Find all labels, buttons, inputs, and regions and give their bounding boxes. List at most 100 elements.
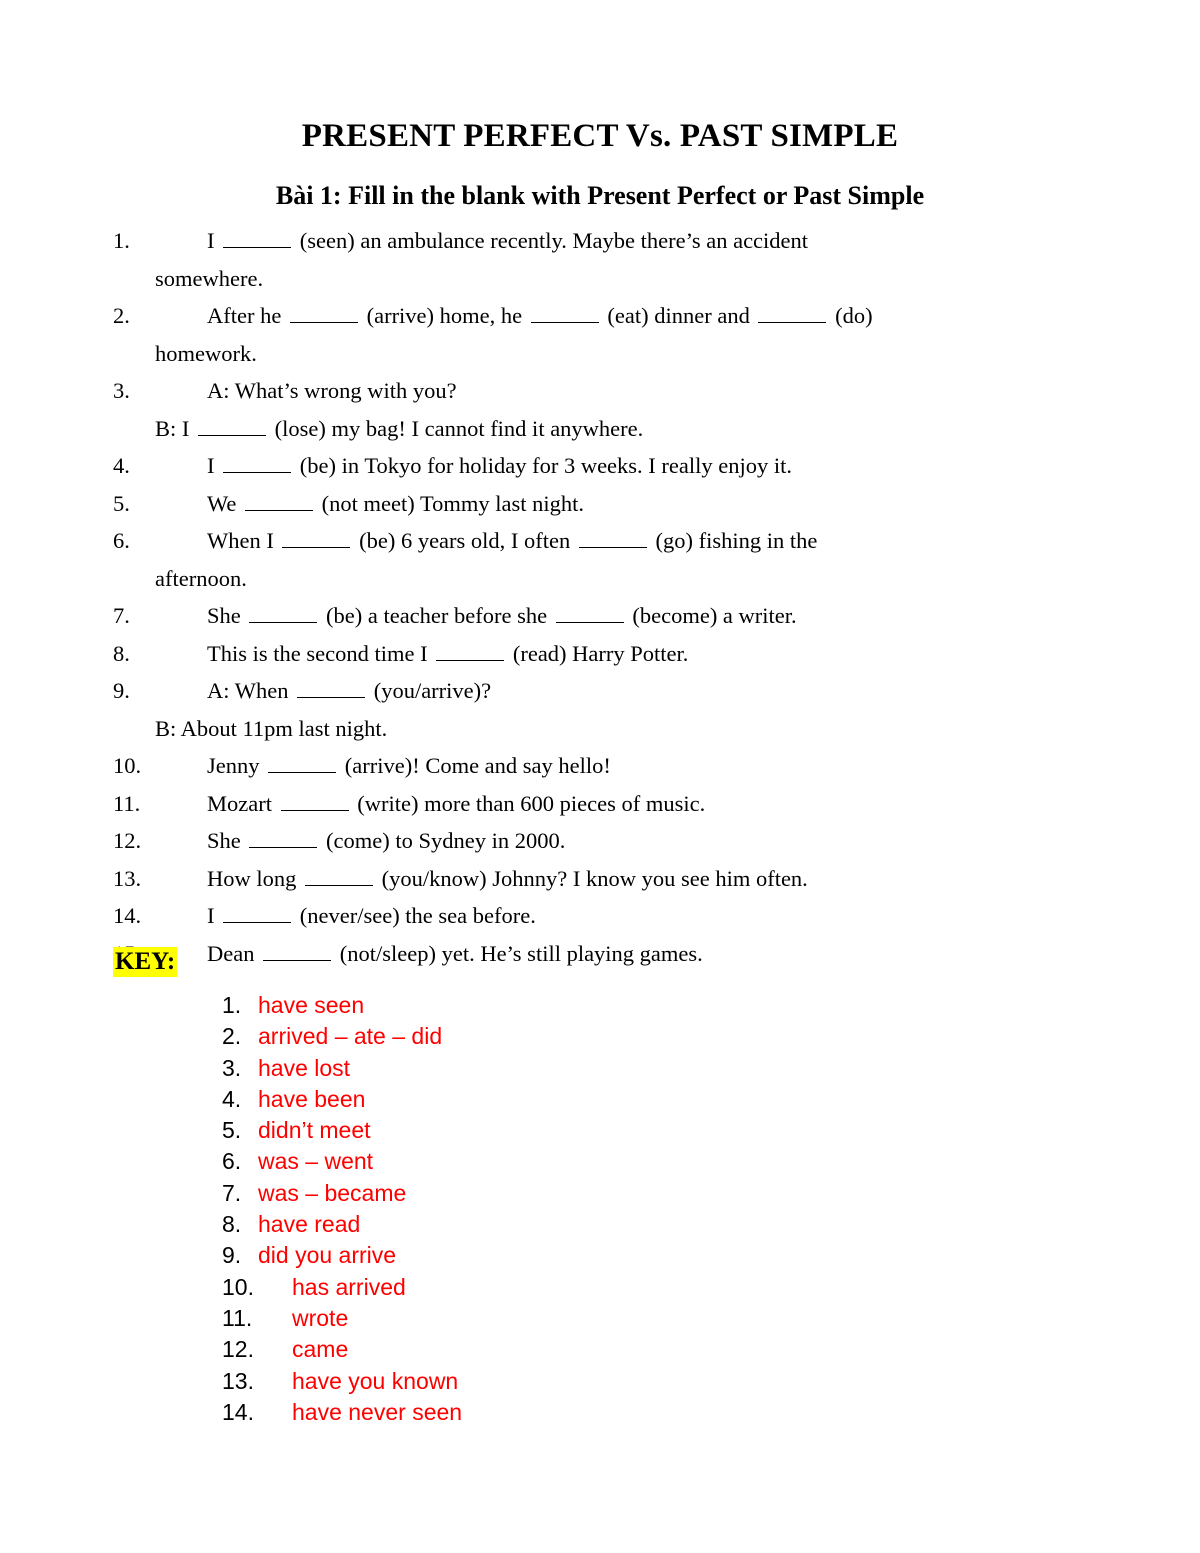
exercise-text-segment: (go) fishing in the xyxy=(649,528,818,553)
exercise-item: 9. A: When (you/arrive)? B: About 11pm l… xyxy=(113,672,1063,747)
answer-key-item: 12. came xyxy=(222,1334,462,1365)
exercise-text-segment: She xyxy=(207,603,247,628)
exercise-item-number: 6. xyxy=(113,528,130,553)
answer-key-heading: KEY: xyxy=(113,946,178,977)
answer-blank[interactable] xyxy=(223,901,292,923)
answer-blank[interactable] xyxy=(249,601,318,623)
exercise-item-subline: B: About 11pm last night. xyxy=(155,715,388,741)
answer-key-answer: did you arrive xyxy=(258,1242,397,1269)
answer-key-number: 9. xyxy=(222,1242,242,1269)
exercise-item: 3. A: What’s wrong with you? B: I (lose)… xyxy=(113,372,1063,447)
answer-key-item: 11. wrote xyxy=(222,1303,462,1334)
answer-key-item: 2. arrived – ate – did xyxy=(222,1021,462,1052)
exercise-item-continuation: somewhere. xyxy=(155,265,264,291)
exercise-text-segment: (come) to Sydney in 2000. xyxy=(320,828,566,853)
answer-blank[interactable] xyxy=(223,226,292,248)
answer-key-item: 4. have been xyxy=(222,1084,462,1115)
exercise-item: 14. I (never/see) the sea before. xyxy=(113,897,1063,935)
answer-key-list: 1. have seen 2. arrived – ate – did 3. have… xyxy=(222,990,462,1428)
exercise-text-segment: (not meet) Tommy last night. xyxy=(316,490,585,516)
answer-blank[interactable] xyxy=(245,489,314,511)
exercise-text-segment: She xyxy=(207,828,247,853)
exercise-item: 5. We (not meet) Tommy last night. xyxy=(113,485,1063,523)
exercise-text-segment: How long xyxy=(207,865,302,891)
answer-blank[interactable] xyxy=(263,939,332,961)
answer-key-answer: was – became xyxy=(258,1179,407,1206)
answer-blank[interactable] xyxy=(297,676,366,698)
exercise-text-segment: This is the second time I xyxy=(207,640,434,666)
exercise-text-segment: I xyxy=(207,453,221,478)
answer-blank[interactable] xyxy=(223,451,292,473)
answer-key-item: 14. have never seen xyxy=(222,1397,462,1428)
answer-blank[interactable] xyxy=(436,639,505,661)
exercise-text-segment: B: I xyxy=(155,415,196,441)
exercise-text-segment: (seen) an ambulance recently. Maybe ther… xyxy=(294,228,809,253)
exercise-item: 6. When I (be) 6 years old, I often (go)… xyxy=(113,522,1063,597)
answer-blank[interactable] xyxy=(280,789,349,811)
answer-key-number: 3. xyxy=(222,1054,242,1081)
answer-blank[interactable] xyxy=(578,526,647,548)
exercise-item-number: 3. xyxy=(113,378,130,403)
exercise-text-segment: (be) 6 years old, I often xyxy=(353,528,576,553)
exercise-item-number: 12. xyxy=(113,828,142,853)
answer-blank[interactable] xyxy=(198,414,267,436)
exercise-item-number: 4. xyxy=(113,453,130,478)
exercise-item-text: I (seen) an ambulance recently. Maybe th… xyxy=(207,222,1063,260)
exercise-item-number: 1. xyxy=(113,228,130,253)
answer-key-answer: was – went xyxy=(258,1148,374,1175)
exercise-item-subline: B: I (lose) my bag! I cannot find it any… xyxy=(155,410,1063,448)
exercise-item-text: She (be) a teacher before she (become) a… xyxy=(207,597,1063,635)
exercise-text-segment: Jenny xyxy=(207,753,266,778)
answer-key-item: 13. have you known xyxy=(222,1366,462,1397)
answer-key-answer: have you known xyxy=(292,1367,459,1394)
answer-key-answer: has arrived xyxy=(292,1273,406,1300)
exercise-item: 8. This is the second time I (read) Harr… xyxy=(113,635,1063,673)
exercise-text-segment: (be) a teacher before she xyxy=(320,603,553,628)
answer-blank[interactable] xyxy=(305,864,373,886)
exercise-item: 7. She (be) a teacher before she (become… xyxy=(113,597,1063,635)
answer-key-item: 6. was – went xyxy=(222,1146,462,1177)
exercise-text-segment: (be) in Tokyo for holiday for 3 weeks. I… xyxy=(294,453,793,478)
exercise-item-text: When I (be) 6 years old, I often (go) fi… xyxy=(207,522,1063,560)
exercise-item: 1. I (seen) an ambulance recently. Maybe… xyxy=(113,222,1063,297)
exercise-item-text: A: What’s wrong with you? xyxy=(207,378,457,403)
answer-key-number: 14. xyxy=(222,1398,254,1425)
document-page: PRESENT PERFECT Vs. PAST SIMPLE Bài 1: F… xyxy=(0,0,1200,1553)
exercise-text-segment: A: When xyxy=(207,678,295,703)
exercise-text-segment: (you/know) Johnny? I know you see him of… xyxy=(376,865,808,891)
answer-blank[interactable] xyxy=(289,301,358,323)
exercise-list: 1. I (seen) an ambulance recently. Maybe… xyxy=(113,222,1063,972)
answer-blank[interactable] xyxy=(555,601,624,623)
answer-key-answer: have been xyxy=(258,1085,366,1112)
answer-key-number: 12. xyxy=(222,1336,254,1363)
exercise-item-number: 11. xyxy=(113,790,141,816)
answer-key-answer: came xyxy=(292,1336,349,1363)
page-title: PRESENT PERFECT Vs. PAST SIMPLE xyxy=(301,118,899,155)
exercise-text-segment: After he xyxy=(207,303,287,328)
answer-key-number: 2. xyxy=(222,1023,242,1050)
exercise-item-text: How long (you/know) Johnny? I know you s… xyxy=(207,860,1063,898)
answer-key-answer: didn’t meet xyxy=(258,1117,371,1144)
exercise-item: 12. She (come) to Sydney in 2000. xyxy=(113,822,1063,860)
exercise-text-segment: We xyxy=(207,490,243,516)
answer-blank[interactable] xyxy=(530,301,599,323)
exercise-text-segment: (lose) my bag! I cannot find it anywhere… xyxy=(269,415,644,441)
exercise-item-number: 13. xyxy=(113,865,142,891)
exercise-text-segment: (read) Harry Potter. xyxy=(507,640,689,666)
answer-blank[interactable] xyxy=(268,751,337,773)
answer-blank[interactable] xyxy=(282,526,351,548)
answer-blank[interactable] xyxy=(249,826,318,848)
answer-key-answer: have seen xyxy=(258,992,365,1018)
exercise-item-text: I (never/see) the sea before. xyxy=(207,897,1063,935)
answer-key-answer: have lost xyxy=(258,1054,351,1081)
answer-key-item: 10. has arrived xyxy=(222,1272,462,1303)
answer-key-item: 5. didn’t meet xyxy=(222,1115,462,1146)
answer-blank[interactable] xyxy=(758,301,827,323)
answer-key-answer: have read xyxy=(258,1211,361,1238)
exercise-item-continuation: afternoon. xyxy=(155,565,247,591)
exercise-item-number: 7. xyxy=(113,603,130,628)
exercise-item-number: 14. xyxy=(113,903,142,928)
exercise-text-segment: Dean xyxy=(207,940,261,966)
exercise-text-segment: (write) more than 600 pieces of music. xyxy=(351,790,706,816)
exercise-item-number: 9. xyxy=(113,678,130,703)
